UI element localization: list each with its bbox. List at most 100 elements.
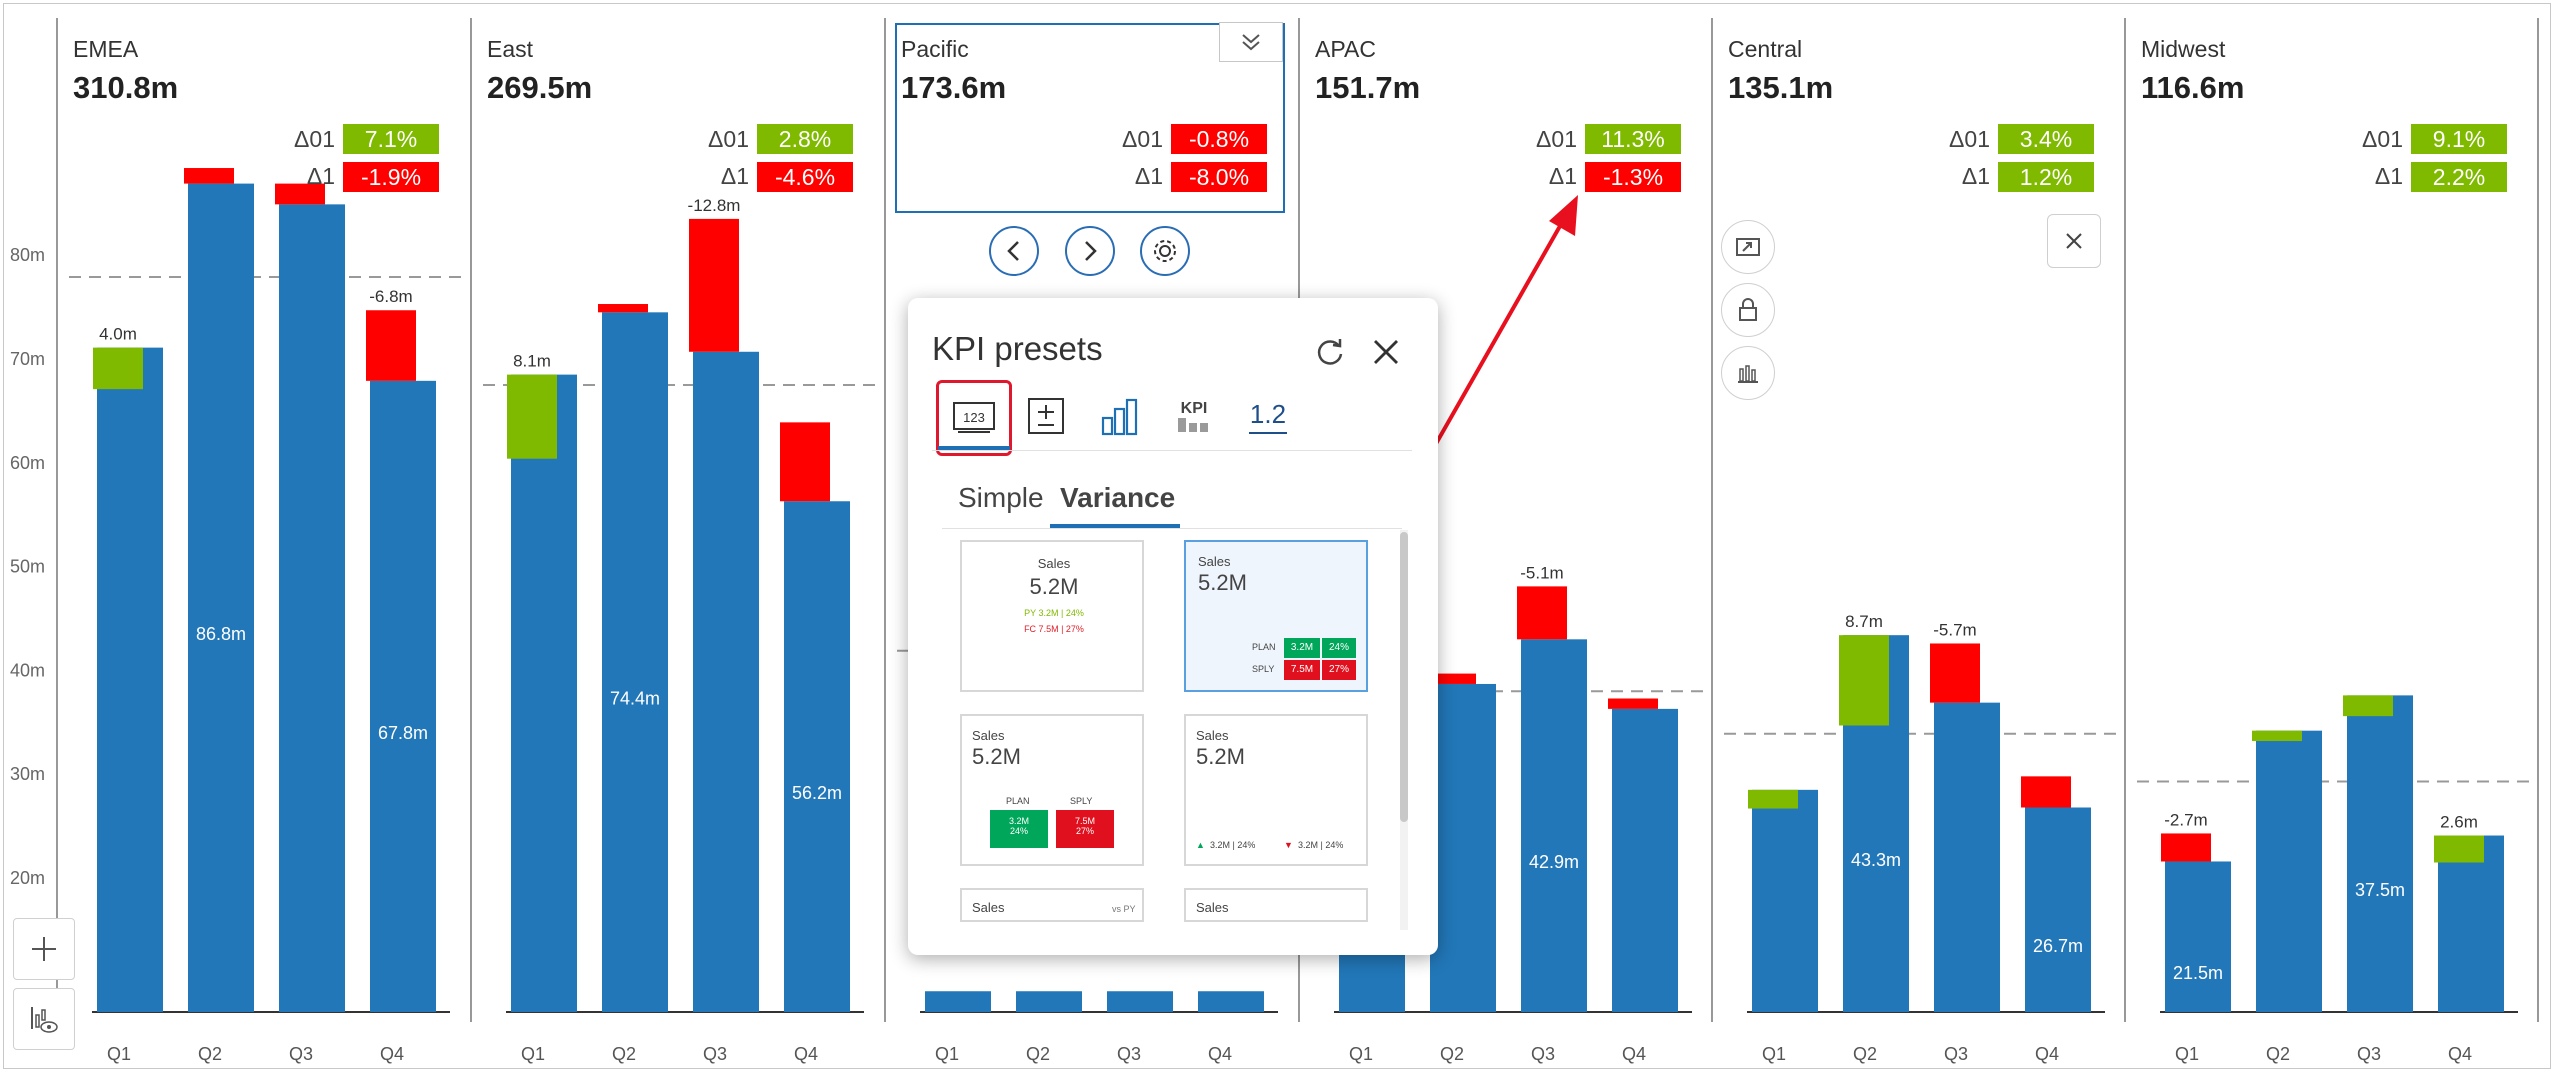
bar-value-label: 43.3m (1851, 850, 1901, 870)
card-sply-value: 7.5M (1284, 660, 1320, 680)
card-title: Sales (1196, 728, 1229, 743)
card-plan-label: PLAN (1006, 796, 1030, 806)
preset-card[interactable]: Sales (1184, 888, 1368, 922)
panel-total: 310.8m (73, 70, 179, 105)
data-label: 8.7m (1845, 612, 1883, 631)
x-tick-label: Q4 (2035, 1044, 2059, 1064)
variance-badge: -4.6% (757, 162, 853, 192)
x-tick-label: Q2 (1026, 1044, 1050, 1064)
card-right-value: 3.2M | 24% (1298, 840, 1344, 850)
bar-value-label: 21.5m (2173, 963, 2223, 983)
y-tick-label: 60m (10, 453, 45, 473)
x-tick-label: Q3 (2357, 1044, 2381, 1064)
bar-chart-icon (1101, 398, 1138, 436)
variance-label: Δ1 (2374, 163, 2403, 189)
x-tick-label: Q2 (1440, 1044, 1464, 1064)
bar (188, 183, 254, 1013)
variance-segment (780, 422, 830, 502)
panel-title: Midwest (2141, 36, 2226, 62)
card-note: vs PY (1112, 904, 1136, 914)
lock-button[interactable] (1721, 283, 1775, 337)
variance-badge: -1.3% (1585, 162, 1681, 192)
bar (370, 380, 436, 1012)
chevron-right-icon (1085, 241, 1097, 261)
card-sply-pct: 27% (1322, 660, 1356, 680)
x-tick-label: Q1 (1762, 1044, 1786, 1064)
tab-variance[interactable] (1016, 390, 1076, 442)
settings-button[interactable] (1140, 226, 1190, 276)
tab-decimal[interactable]: 1.2 (1238, 390, 1298, 442)
bar-value-label: 56.2m (792, 783, 842, 803)
variance-label: Δ01 (2362, 126, 2403, 152)
chevron-left-icon (1007, 241, 1019, 261)
bar (693, 351, 759, 1012)
decimal-tab-label: 1.2 (1249, 398, 1287, 429)
variance-badge: 3.4% (1998, 124, 2094, 154)
bar (2256, 730, 2322, 1012)
visual-settings-button[interactable] (13, 988, 75, 1050)
x-tick-label: Q1 (521, 1044, 545, 1064)
add-button[interactable] (13, 918, 75, 980)
preset-card[interactable]: Sales 5.2M ▲ 3.2M | 24% ▼ 3.2M | 24% (1184, 714, 1368, 866)
kpi-tab-label: KPI (1180, 400, 1208, 417)
card-left-value: 3.2M | 24% (1210, 840, 1256, 850)
variance-segment (2252, 730, 2302, 742)
variance-segment (2161, 833, 2211, 862)
lock-icon (1739, 298, 1757, 321)
subtab-simple[interactable]: Simple (958, 482, 1044, 514)
variance-badge: -1.9% (343, 162, 439, 192)
card-plan-label: PLAN (1252, 642, 1276, 652)
preset-card[interactable]: Sales 5.2M PLAN SPLY 3.2M 24% 7.5M 27% (960, 714, 1144, 866)
reset-button[interactable] (1312, 334, 1348, 370)
popup-title: KPI presets (932, 330, 1103, 367)
bar-value-label: 86.8m (196, 624, 246, 644)
card-py-line: PY 3.2M | 24% (1024, 608, 1084, 618)
card-plan-pct: 24% (1322, 638, 1356, 658)
preset-card-selected[interactable]: Sales 5.2M PLAN 3.2M 24% SPLY 7.5M 27% (1184, 540, 1368, 692)
preset-card[interactable]: Sales vs PY (960, 888, 1144, 922)
bar-chart-icon (1738, 365, 1758, 383)
card-plan-box: 3.2M 24% (990, 810, 1048, 848)
variance-segment (2343, 695, 2393, 717)
variance-label: Δ01 (708, 126, 749, 152)
y-tick-label: 40m (10, 660, 45, 680)
close-popup-button[interactable] (1368, 334, 1404, 370)
variance-badge: 11.3% (1585, 124, 1681, 154)
panel-title: APAC (1315, 36, 1376, 62)
chart-type-button[interactable] (1721, 346, 1775, 400)
variance-badge: 2.8% (757, 124, 853, 154)
variance-badge: 7.1% (343, 124, 439, 154)
y-tick-label: 70m (10, 349, 45, 369)
tab-kpi[interactable]: KPI (1164, 390, 1224, 442)
card-sply-label: SPLY (1252, 664, 1275, 674)
data-label: -12.8m (688, 196, 741, 215)
next-button[interactable] (1065, 226, 1115, 276)
bar (1521, 639, 1587, 1012)
x-tick-label: Q4 (380, 1044, 404, 1064)
variance-badge: 2.2% (2411, 162, 2507, 192)
tab-numeric[interactable]: 123 (936, 380, 1012, 456)
x-tick-label: Q3 (1944, 1044, 1968, 1064)
gear-icon (1154, 240, 1176, 262)
expand-button[interactable] (1721, 220, 1775, 274)
close-panel-button[interactable] (2047, 214, 2101, 268)
preset-card[interactable]: Sales 5.2M PY 3.2M | 24% FC 7.5M | 27% (960, 540, 1144, 692)
bar (925, 991, 991, 1012)
double-chevron-down-icon (1242, 34, 1260, 51)
x-tick-label: Q2 (198, 1044, 222, 1064)
subtab-variance[interactable]: Variance (1060, 482, 1175, 514)
variance-segment (184, 168, 234, 184)
bar (2347, 695, 2413, 1012)
variance-badge: 9.1% (2411, 124, 2507, 154)
variance-label: Δ01 (294, 126, 335, 152)
variance-label: Δ1 (1548, 163, 1577, 189)
tab-chart[interactable] (1090, 390, 1150, 442)
expand-icon (1736, 238, 1760, 256)
up-triangle-icon: ▲ (1196, 840, 1205, 850)
previous-button[interactable] (989, 226, 1039, 276)
variance-segment (93, 347, 143, 390)
scrollbar-thumb[interactable] (1400, 532, 1408, 822)
collapse-button[interactable] (1219, 22, 1283, 62)
card-value: 5.2M (972, 744, 1021, 769)
subtab-divider (942, 528, 1402, 529)
